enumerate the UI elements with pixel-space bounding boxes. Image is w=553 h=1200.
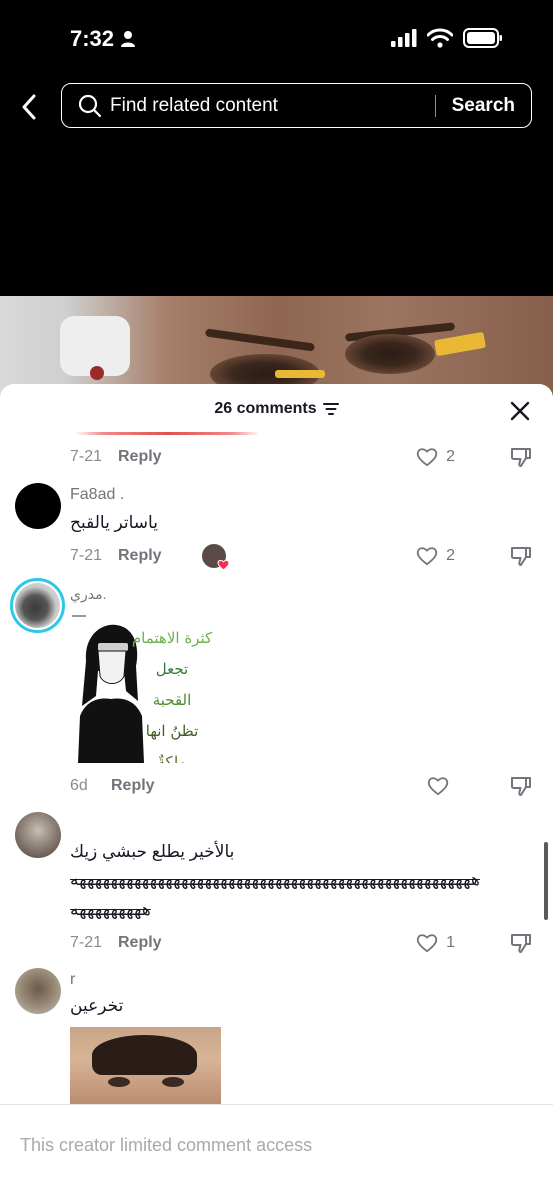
avatar[interactable] [10, 578, 65, 633]
search-icon [78, 94, 102, 118]
search-header: Find related content Search [0, 80, 553, 136]
close-button[interactable] [509, 400, 531, 422]
comment-username[interactable]: Fa8ad . [70, 486, 124, 504]
dislike-button[interactable] [509, 774, 533, 798]
sticker-line: تجعل [155, 660, 189, 678]
comment-date: 6d [70, 777, 88, 794]
heart-icon [427, 777, 449, 796]
like-button[interactable]: 2 [416, 546, 455, 566]
status-time: 7:32 [70, 26, 136, 52]
comment-date: 7-21 [70, 547, 103, 564]
comment-text: بالأخير يطلع حبشي زيك [70, 842, 235, 861]
comment-username[interactable]: مدري. [70, 586, 106, 603]
search-placeholder: Find related content [110, 94, 278, 116]
comment-gif-image[interactable] [70, 1027, 221, 1107]
chevron-left-icon [22, 94, 36, 120]
video-brow-left [204, 328, 316, 352]
sticker-text: كثرة الاهتمام تجعل القحبة تظنُ انها ملِك… [130, 623, 214, 763]
comment-actions: 7-21 Reply 2 [70, 544, 533, 571]
search-button[interactable]: Search [436, 95, 531, 117]
comment-text-line: هههههههههه [70, 900, 151, 919]
comment-sticker-image[interactable]: كثرة الاهتمام تجعل القحبة تظنُ انها ملِك… [70, 621, 220, 763]
heart-icon [416, 934, 438, 953]
dislike-button[interactable] [509, 445, 533, 469]
wifi-icon [427, 28, 453, 48]
avatar[interactable] [15, 483, 61, 529]
comment-text: ياساتر يالقبح [70, 513, 158, 532]
avatar[interactable] [15, 812, 61, 858]
cellular-signal-icon [391, 29, 417, 47]
sticker-line: كثرة الاهتمام [131, 629, 213, 647]
like-button[interactable]: 2 [416, 447, 455, 467]
reply-button[interactable]: Reply [118, 448, 162, 466]
heart-icon [416, 547, 438, 566]
comment-actions: 7-21 Reply 1 [70, 931, 533, 955]
comment-text: تخرعين [70, 996, 124, 1015]
comments-sheet: 26 comments 7-21 Reply 2 Fa8ad . ياساتر … [0, 384, 553, 1200]
dislike-button[interactable] [509, 931, 533, 955]
status-indicators [391, 28, 503, 48]
scrollbar[interactable] [544, 842, 548, 920]
video-eye-right [345, 334, 435, 374]
comment-date: 7-21 [70, 934, 103, 951]
comments-count: 26 comments [214, 400, 317, 417]
comment-input-bar: This creator limited comment access [0, 1104, 553, 1200]
thumbs-down-icon [510, 547, 531, 566]
like-button[interactable]: 1 [416, 933, 455, 953]
comment-actions: 7-21 Reply 2 [70, 445, 533, 469]
comment-username[interactable]: r [70, 971, 75, 989]
battery-icon [463, 28, 502, 48]
video-gold-chain [275, 370, 325, 378]
sticker-divider [72, 615, 86, 617]
thumbs-down-icon [510, 777, 531, 796]
heart-badge-icon [217, 559, 230, 571]
reply-button[interactable]: Reply [118, 934, 162, 952]
like-count: 1 [446, 934, 455, 951]
sticker-line: القحبة [152, 691, 192, 709]
person-icon [121, 31, 136, 47]
comment-text-continued: هههههههههههههههههههههههههههههههههههههههه… [70, 870, 535, 890]
comment-text-line: هههههههههههههههههههههههههههههههههههههههه… [70, 870, 480, 889]
thumbs-down-icon [510, 934, 531, 953]
avatar[interactable] [15, 968, 61, 1014]
comment-actions: 6d Reply [70, 774, 533, 798]
like-button[interactable] [427, 776, 449, 796]
comments-title[interactable]: 26 comments [0, 400, 553, 418]
sort-icon [322, 403, 339, 415]
sticker-line: ملِكةٌ [157, 753, 187, 763]
close-icon [510, 401, 530, 421]
video-red-dot [90, 366, 104, 380]
back-button[interactable] [14, 90, 44, 124]
comment-access-notice: This creator limited comment access [20, 1135, 313, 1155]
video-gold-accent [433, 331, 487, 357]
reply-button[interactable]: Reply [111, 777, 155, 795]
search-input[interactable]: Find related content Search [61, 83, 532, 128]
like-count: 2 [446, 448, 455, 465]
like-count: 2 [446, 547, 455, 564]
reply-button[interactable]: Reply [118, 547, 162, 565]
status-bar: 7:32 [0, 0, 553, 80]
creator-liked-avatar [201, 544, 230, 571]
comment-date: 7-21 [70, 448, 103, 465]
dislike-button[interactable] [509, 544, 533, 568]
thumbs-down-icon [510, 448, 531, 467]
heart-icon [416, 448, 438, 467]
previous-comment-fragment [75, 432, 260, 435]
clock-text: 7:32 [70, 26, 115, 51]
sticker-line: تظنُ انها [145, 722, 199, 740]
